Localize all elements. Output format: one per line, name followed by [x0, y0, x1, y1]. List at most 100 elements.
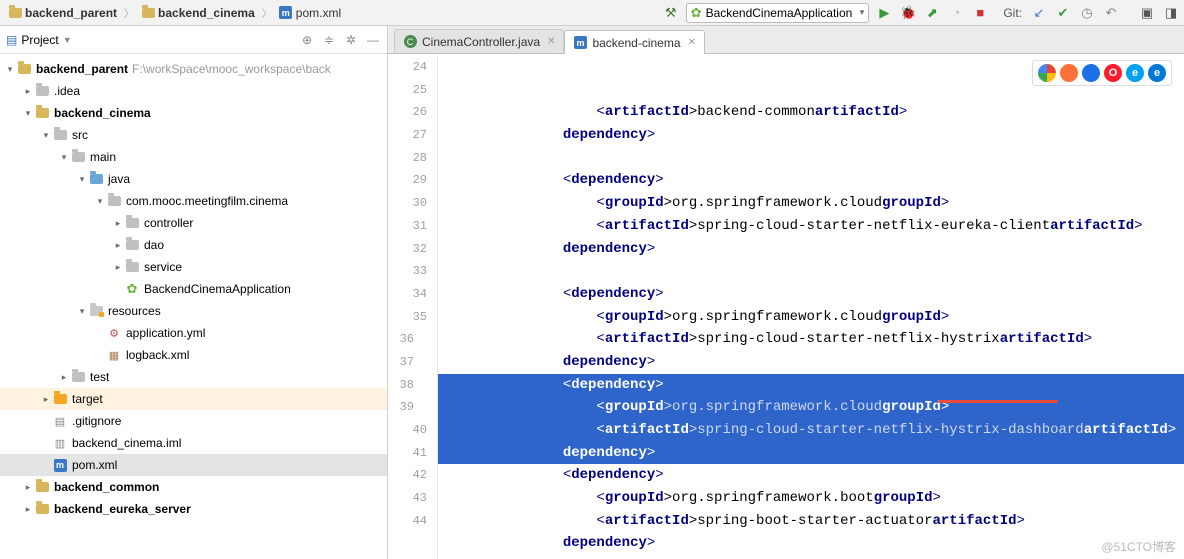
- code-content[interactable]: <artifactId>backend-commonartifactId> de…: [438, 54, 1184, 559]
- tree-main[interactable]: ▾main: [0, 146, 387, 168]
- project-title-label: Project: [21, 33, 58, 47]
- tree-idea[interactable]: ▸.idea: [0, 80, 387, 102]
- locate-icon[interactable]: ⊕: [299, 32, 315, 48]
- resources-folder-icon: [88, 303, 104, 319]
- breadcrumb-root-label: backend_parent: [25, 6, 117, 20]
- editor-area: C CinemaController.java ✕ m backend-cine…: [388, 26, 1184, 559]
- code-line[interactable]: <artifactId>spring-cloud-starter-netflix…: [438, 419, 1184, 442]
- tree-root[interactable]: ▾backend_parentF:\workSpace\mooc_workspa…: [0, 58, 387, 80]
- tab-backend-cinema[interactable]: m backend-cinema ✕: [564, 30, 704, 54]
- tab-cinema-controller[interactable]: C CinemaController.java ✕: [394, 29, 564, 53]
- tree-target[interactable]: ▸target: [0, 388, 387, 410]
- code-line[interactable]: <artifactId>backend-commonartifactId>: [438, 101, 1184, 124]
- folder-icon: [34, 83, 50, 99]
- tree-common[interactable]: ▸backend_common: [0, 476, 387, 498]
- folder-icon: [34, 479, 50, 495]
- code-line[interactable]: <artifactId>spring-cloud-starter-netflix…: [438, 328, 1184, 351]
- tree-resources[interactable]: ▾resources: [0, 300, 387, 322]
- tree-controller[interactable]: ▸controller: [0, 212, 387, 234]
- code-line[interactable]: dependencies>: [438, 555, 1184, 559]
- search-icon[interactable]: ▣: [1138, 4, 1156, 22]
- tab-label: CinemaController.java: [422, 35, 540, 49]
- breadcrumb-file[interactable]: m pom.xml: [275, 5, 345, 21]
- git-revert-icon[interactable]: ↶: [1102, 4, 1120, 22]
- firefox-icon[interactable]: [1060, 64, 1078, 82]
- tree-label: .gitignore: [72, 414, 121, 428]
- tree-package[interactable]: ▾com.mooc.meetingfilm.cinema: [0, 190, 387, 212]
- tree-label: main: [90, 150, 116, 164]
- tree-label: backend_cinema: [54, 106, 151, 120]
- git-pull-icon[interactable]: ↙: [1030, 4, 1048, 22]
- stop-icon[interactable]: ■: [971, 4, 989, 22]
- close-icon[interactable]: ✕: [547, 36, 555, 47]
- hide-icon[interactable]: —: [365, 32, 381, 48]
- code-line[interactable]: <artifactId>spring-cloud-starter-netflix…: [438, 215, 1184, 238]
- hammer-build-icon[interactable]: ⚒: [662, 4, 680, 22]
- run-icon[interactable]: ▶: [875, 4, 893, 22]
- folder-icon: [70, 149, 86, 165]
- code-line[interactable]: dependency>: [438, 238, 1184, 261]
- code-line[interactable]: <dependency>: [438, 464, 1184, 487]
- debug-icon[interactable]: 🐞: [899, 4, 917, 22]
- tab-label: backend-cinema: [592, 36, 680, 50]
- folder-icon: [52, 127, 68, 143]
- code-line[interactable]: <groupId>org.springframework.cloudgroupI…: [438, 396, 1184, 419]
- tree-pom[interactable]: mpom.xml: [0, 454, 387, 476]
- tree-label: pom.xml: [72, 458, 117, 472]
- code-line[interactable]: <groupId>org.springframework.cloudgroupI…: [438, 306, 1184, 329]
- run-configuration-dropdown[interactable]: ✿ BackendCinemaApplication: [686, 3, 870, 23]
- settings-icon[interactable]: ◨: [1162, 4, 1180, 22]
- code-line[interactable]: <dependency>: [438, 374, 1184, 397]
- code-line[interactable]: dependency>: [438, 124, 1184, 147]
- profile-icon[interactable]: ◔: [947, 4, 965, 22]
- project-view-selector[interactable]: ▤ Project ▼: [6, 33, 72, 47]
- source-folder-icon: [88, 171, 104, 187]
- opera-icon[interactable]: O: [1104, 64, 1122, 82]
- watermark: @51CTO博客: [1101, 538, 1176, 555]
- ie-icon[interactable]: e: [1126, 64, 1144, 82]
- project-tree[interactable]: ▾backend_parentF:\workSpace\mooc_workspa…: [0, 54, 387, 559]
- tree-gitignore[interactable]: ▤.gitignore: [0, 410, 387, 432]
- edge-icon[interactable]: e: [1148, 64, 1166, 82]
- breadcrumb-root[interactable]: backend_parent: [4, 5, 121, 21]
- tree-label: logback.xml: [126, 348, 189, 362]
- tree-app-class[interactable]: ✿BackendCinemaApplication: [0, 278, 387, 300]
- tree-module[interactable]: ▾backend_cinema: [0, 102, 387, 124]
- project-tool-header: ▤ Project ▼ ⊕ ≑ ✲ —: [0, 26, 387, 54]
- breadcrumb-module[interactable]: backend_cinema: [137, 5, 259, 21]
- package-icon: [124, 237, 140, 253]
- code-line[interactable]: <dependency>: [438, 283, 1184, 306]
- collapse-icon[interactable]: ≑: [321, 32, 337, 48]
- tree-app-yml[interactable]: ⚙application.yml: [0, 322, 387, 344]
- settings-gear-icon[interactable]: ✲: [343, 32, 359, 48]
- code-line[interactable]: dependency>: [438, 532, 1184, 555]
- code-line[interactable]: [438, 147, 1184, 170]
- close-icon[interactable]: ✕: [688, 37, 696, 48]
- annotation-underline: [938, 400, 1058, 403]
- tree-src[interactable]: ▾src: [0, 124, 387, 146]
- folder-icon: [34, 105, 50, 121]
- code-editor[interactable]: 2425262728293031323334353637383940414243…: [388, 54, 1184, 559]
- tree-dao[interactable]: ▸dao: [0, 234, 387, 256]
- code-line[interactable]: <dependency>: [438, 169, 1184, 192]
- code-line[interactable]: <artifactId>spring-boot-starter-actuator…: [438, 510, 1184, 533]
- coverage-icon[interactable]: ⬈: [923, 4, 941, 22]
- code-line[interactable]: dependency>: [438, 351, 1184, 374]
- tree-service[interactable]: ▸service: [0, 256, 387, 278]
- code-line[interactable]: [438, 260, 1184, 283]
- safari-icon[interactable]: [1082, 64, 1100, 82]
- git-history-icon[interactable]: ◷: [1078, 4, 1096, 22]
- tree-java[interactable]: ▾java: [0, 168, 387, 190]
- chrome-icon[interactable]: [1038, 64, 1056, 82]
- tree-test[interactable]: ▸test: [0, 366, 387, 388]
- code-line[interactable]: dependency>: [438, 442, 1184, 465]
- git-commit-icon[interactable]: ✔: [1054, 4, 1072, 22]
- tree-iml[interactable]: ▥backend_cinema.iml: [0, 432, 387, 454]
- code-line[interactable]: <groupId>org.springframework.cloudgroupI…: [438, 192, 1184, 215]
- code-line[interactable]: <groupId>org.springframework.bootgroupId…: [438, 487, 1184, 510]
- breadcrumb-sep-icon: 〉: [124, 5, 134, 20]
- tree-logback[interactable]: ▦logback.xml: [0, 344, 387, 366]
- tree-eureka[interactable]: ▸backend_eureka_server: [0, 498, 387, 520]
- tree-label: backend_cinema.iml: [72, 436, 181, 450]
- line-gutter[interactable]: 2425262728293031323334353637383940414243…: [388, 54, 438, 559]
